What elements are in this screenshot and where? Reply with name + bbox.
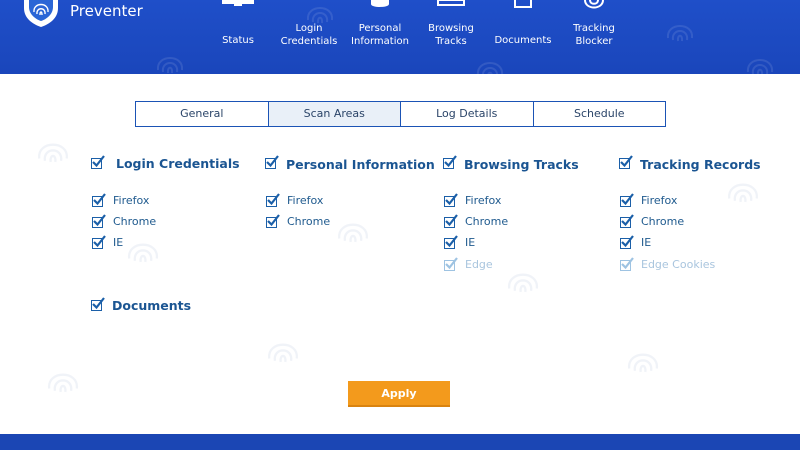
checkmark-icon [92,155,105,168]
tab-log-details[interactable]: Log Details [401,102,534,126]
login-firefox-checkbox[interactable] [92,193,106,207]
fingerprint-decoration-icon [128,243,158,263]
browsing-tracks-checkbox[interactable] [443,155,457,169]
nav-tracking-blocker[interactable]: Tracking Blocker [566,0,622,74]
documents-title: Documents [112,298,192,313]
personal-firefox-label: Firefox [287,194,324,207]
browsing-tracks-title: Browsing Tracks [464,157,579,172]
browsing-edge-checkbox [444,257,458,271]
checkmark-icon [266,155,279,168]
nav-personal-information[interactable]: Personal Information [348,0,412,74]
checkmark-icon [93,235,106,248]
checkmark-icon [93,193,106,206]
tab-scan-areas[interactable]: Scan Areas [268,102,401,126]
tracking-edge-cookies-label: Edge Cookies [641,258,716,271]
tracking-ie-label: IE [641,236,652,249]
checkmark-icon [445,235,458,248]
tracking-firefox-label: Firefox [641,194,678,207]
nav-browsing-tracks[interactable]: Browsing Tracks [424,0,478,74]
background-pattern [0,74,800,434]
app-name: Preventer [70,2,143,20]
personal-firefox-checkbox[interactable] [266,193,280,207]
shield-logo-icon [24,0,58,27]
fingerprint-decoration-icon [156,57,184,74]
login-credentials-checkbox[interactable] [91,155,105,169]
tab-schedule[interactable]: Schedule [533,102,665,126]
nav-status-label: Status [222,35,254,46]
tracking-chrome-checkbox[interactable] [620,214,634,228]
login-ie-checkbox[interactable] [92,235,106,249]
personal-information-title: Personal Information [286,157,435,172]
browser-icon [437,0,465,6]
checkmark-icon [445,193,458,206]
tracking-ie-checkbox[interactable] [620,235,634,249]
nav-status[interactable]: Status [214,0,262,74]
login-chrome-label: Chrome [113,215,157,228]
nav-browsing-tracks-label: Browsing Tracks [428,23,474,47]
fingerprint-decoration-icon [508,273,538,293]
fingerprint-decoration-icon [666,25,694,42]
checkmark-icon [445,257,458,270]
fingerprint-decoration-icon [48,373,78,393]
footer-bar [0,434,800,450]
checkmark-icon [621,235,634,248]
tracking-records-checkbox[interactable] [619,155,633,169]
checkmark-icon [93,214,106,227]
browsing-firefox-checkbox[interactable] [444,193,458,207]
nav-documents[interactable]: Documents [492,0,554,74]
login-chrome-checkbox[interactable] [92,214,106,228]
login-firefox-label: Firefox [113,194,150,207]
personal-information-checkbox[interactable] [265,155,279,169]
checkmark-icon [92,297,105,310]
checkmark-icon [621,214,634,227]
settings-tabs: General Scan Areas Log Details Schedule [135,101,666,127]
header-bar: Preventer Status Login Credentials Perso… [0,0,800,74]
fingerprint-decoration-icon [268,343,298,363]
fingerprint-decoration-icon [38,143,68,163]
checkmark-icon [445,214,458,227]
personal-chrome-checkbox[interactable] [266,214,280,228]
personal-chrome-label: Chrome [287,215,331,228]
tracking-edge-cookies-checkbox [620,257,634,271]
login-ie-label: IE [113,236,124,249]
monitor-icon [222,0,254,6]
checkmark-icon [267,214,280,227]
checkmark-icon [621,193,634,206]
browsing-ie-checkbox[interactable] [444,235,458,249]
nav-login-credentials[interactable]: Login Credentials [278,0,340,74]
nav-documents-label: Documents [494,35,552,46]
checkmark-icon [444,155,457,168]
browsing-firefox-label: Firefox [465,194,502,207]
document-icon [514,0,532,8]
checkmark-icon [267,193,280,206]
fingerprint-decoration-icon [746,59,774,74]
tracking-chrome-label: Chrome [641,215,685,228]
documents-checkbox[interactable] [91,297,105,311]
checkmark-icon [621,257,634,270]
fingerprint-decoration-icon [628,353,658,373]
apply-button[interactable]: Apply [348,381,450,407]
nav-login-credentials-label: Login Credentials [280,23,338,47]
browsing-chrome-checkbox[interactable] [444,214,458,228]
tracking-firefox-checkbox[interactable] [620,193,634,207]
login-credentials-title: Login Credentials [116,156,240,171]
tracking-records-title: Tracking Records [640,157,761,172]
database-icon [371,0,389,7]
checkmark-icon [620,155,633,168]
target-icon [584,0,604,9]
nav-tracking-blocker-label: Tracking Blocker [573,23,615,47]
browsing-ie-label: IE [465,236,476,249]
browsing-chrome-label: Chrome [465,215,509,228]
fingerprint-decoration-icon [338,223,368,243]
tab-general[interactable]: General [136,102,269,126]
nav-personal-information-label: Personal Information [351,23,409,47]
browsing-edge-label: Edge [465,258,493,271]
